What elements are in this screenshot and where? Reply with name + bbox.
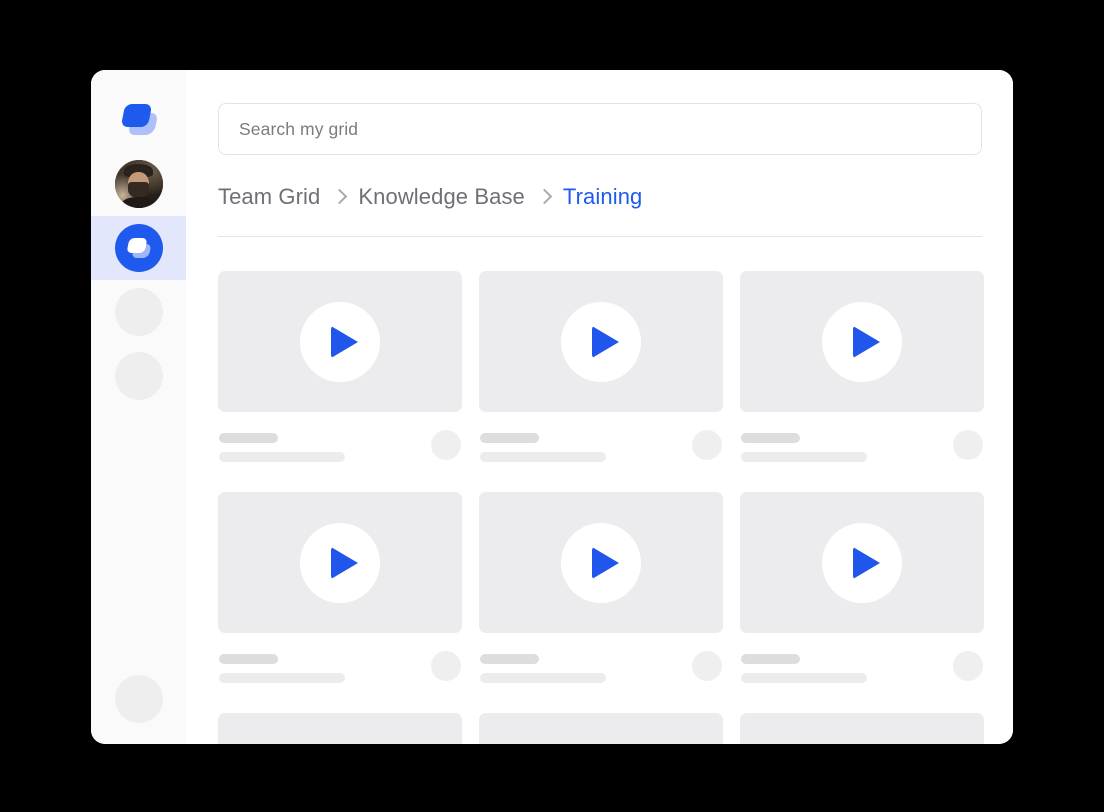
sidebar-item-workspace[interactable] (91, 216, 186, 280)
search-input[interactable]: Search my grid (218, 103, 982, 155)
video-card-title-skeleton (741, 654, 800, 664)
video-card-subtitle-skeleton (741, 673, 867, 683)
play-icon[interactable] (300, 301, 380, 382)
video-card-title-skeleton (480, 654, 539, 664)
play-icon[interactable] (300, 743, 380, 744)
play-icon[interactable] (561, 743, 641, 744)
video-card-text-skeleton (480, 430, 606, 462)
sidebar-item-placeholder-bottom[interactable] (91, 667, 186, 731)
avatar-placeholder-icon (953, 651, 983, 681)
stacked-tiles-logo-icon (114, 224, 163, 272)
video-card-meta (740, 430, 984, 462)
video-thumbnail[interactable] (218, 271, 462, 412)
content-divider (218, 236, 982, 237)
video-card-text-skeleton (741, 651, 867, 683)
main-content: Search my grid Team Grid Knowledge Base … (186, 70, 1013, 744)
video-card-subtitle-skeleton (741, 452, 867, 462)
circle-placeholder-icon (114, 352, 163, 400)
play-icon[interactable] (822, 743, 902, 744)
play-icon[interactable] (561, 522, 641, 603)
video-card-subtitle-skeleton (219, 452, 345, 462)
app-window: Search my grid Team Grid Knowledge Base … (91, 70, 1013, 744)
video-card-title-skeleton (480, 433, 539, 443)
avatar-placeholder-icon (953, 430, 983, 460)
video-card-text-skeleton (219, 430, 345, 462)
video-thumbnail[interactable] (479, 271, 723, 412)
video-thumbnail[interactable] (740, 271, 984, 412)
chevron-right-icon (334, 189, 344, 206)
video-card-text-skeleton (741, 430, 867, 462)
video-card[interactable] (740, 713, 984, 744)
breadcrumb-item-training[interactable]: Training (563, 184, 642, 210)
chevron-right-icon (539, 189, 549, 206)
sidebar-rail (91, 70, 186, 744)
breadcrumb: Team Grid Knowledge Base Training (218, 182, 982, 212)
video-card[interactable] (740, 271, 984, 462)
search-input-placeholder: Search my grid (239, 118, 359, 139)
video-card-meta (218, 651, 462, 683)
video-card[interactable] (740, 492, 984, 683)
play-icon[interactable] (822, 522, 902, 603)
video-thumbnail[interactable] (740, 713, 984, 744)
video-card-title-skeleton (219, 654, 278, 664)
video-card-meta (740, 651, 984, 683)
sidebar-item-user[interactable] (91, 152, 186, 216)
video-card[interactable] (218, 492, 462, 683)
video-card-meta (479, 430, 723, 462)
video-card-subtitle-skeleton (480, 452, 606, 462)
circle-placeholder-icon (114, 675, 163, 723)
user-avatar-photo-icon (114, 160, 163, 208)
avatar-placeholder-icon (692, 430, 722, 460)
video-card[interactable] (218, 713, 462, 744)
video-card-title-skeleton (741, 433, 800, 443)
stacked-tiles-logo-icon (120, 101, 158, 139)
video-card-meta (479, 651, 723, 683)
video-card-subtitle-skeleton (480, 673, 606, 683)
video-thumbnail[interactable] (740, 492, 984, 633)
video-thumbnail[interactable] (218, 713, 462, 744)
video-card[interactable] (218, 271, 462, 462)
video-card-subtitle-skeleton (219, 673, 345, 683)
sidebar-item-brand[interactable] (91, 88, 186, 152)
play-icon[interactable] (300, 522, 380, 603)
page-root: Search my grid Team Grid Knowledge Base … (0, 0, 1104, 812)
sidebar-item-placeholder-1[interactable] (91, 280, 186, 344)
breadcrumb-item-knowledge-base[interactable]: Knowledge Base (358, 184, 525, 210)
sidebar-item-placeholder-2[interactable] (91, 344, 186, 408)
video-thumbnail[interactable] (218, 492, 462, 633)
breadcrumb-item-team-grid[interactable]: Team Grid (218, 184, 320, 210)
circle-placeholder-icon (114, 288, 163, 336)
video-card-meta (218, 430, 462, 462)
avatar-placeholder-icon (431, 651, 461, 681)
video-card[interactable] (479, 492, 723, 683)
video-card[interactable] (479, 271, 723, 462)
video-thumbnail[interactable] (479, 492, 723, 633)
video-card-grid (218, 271, 984, 744)
video-thumbnail[interactable] (479, 713, 723, 744)
video-card-title-skeleton (219, 433, 278, 443)
video-card[interactable] (479, 713, 723, 744)
play-icon[interactable] (822, 301, 902, 382)
avatar-placeholder-icon (431, 430, 461, 460)
video-card-text-skeleton (480, 651, 606, 683)
play-icon[interactable] (561, 301, 641, 382)
video-card-text-skeleton (219, 651, 345, 683)
avatar-placeholder-icon (692, 651, 722, 681)
